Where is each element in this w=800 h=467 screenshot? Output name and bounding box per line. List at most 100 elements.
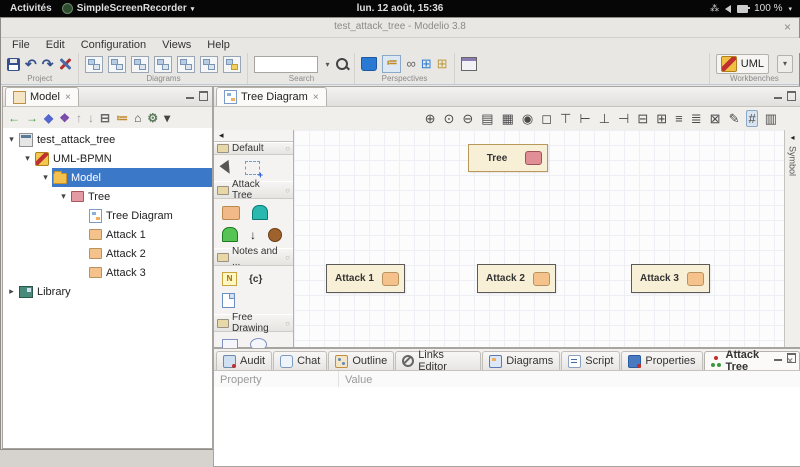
symbol-tab-label[interactable]: Symbol (788, 146, 798, 176)
property-table-body[interactable] (214, 387, 800, 466)
move-up-icon[interactable]: ↑ (76, 111, 82, 125)
tab-audit[interactable]: Audit (216, 351, 272, 370)
search-dropdown-icon[interactable]: ▾ (323, 60, 331, 69)
tab-tree-diagram-close-icon[interactable]: × (313, 92, 319, 103)
countermeasure-tool-icon[interactable] (268, 228, 282, 242)
tree-item-tree-diagram[interactable]: Tree Diagram (3, 206, 212, 225)
column-property[interactable]: Property (214, 371, 339, 388)
diagram-node[interactable]: Tree (468, 144, 548, 172)
same-size-icon[interactable]: ≡ (674, 111, 684, 126)
tree-item-attack1[interactable]: Attack 1 (3, 225, 212, 244)
perspective-tree-check-icon[interactable]: ⊞ (437, 57, 448, 71)
tree-item-library[interactable]: ▸ Library (3, 282, 212, 301)
search-input[interactable] (254, 56, 318, 73)
search-icon[interactable] (336, 58, 348, 70)
diagram-node[interactable]: Attack 2 (477, 264, 556, 293)
redo-icon[interactable]: ↷ (42, 57, 54, 71)
minimize-panel-icon[interactable] (774, 94, 782, 99)
zoom-selection-icon[interactable]: ◻ (540, 111, 553, 126)
collapse-all-icon[interactable]: ⊟ (100, 111, 110, 125)
symbol-collapse-icon[interactable]: ◂ (790, 133, 794, 142)
workbench-selector[interactable]: UML (716, 54, 769, 74)
create-deployment-diagram-icon[interactable] (154, 56, 172, 73)
pin-drawer-icon[interactable]: ○ (285, 144, 290, 153)
home-icon[interactable]: ⌂ (134, 111, 141, 125)
save-project-icon[interactable] (7, 58, 20, 71)
palette-collapse-icon[interactable]: ◂ (214, 130, 293, 142)
create-usecase-diagram-icon[interactable] (177, 56, 195, 73)
create-matrix-icon[interactable] (223, 56, 241, 73)
align-bottom-icon[interactable]: ⊥ (598, 111, 611, 126)
clock[interactable]: lun. 12 août, 15:36 (0, 3, 800, 14)
marquee-tool-icon[interactable] (245, 161, 260, 175)
constraint-tool-icon[interactable]: {c} (249, 274, 262, 285)
forward-icon[interactable]: → (26, 111, 38, 125)
tab-properties[interactable]: Properties (621, 351, 702, 370)
undo-icon[interactable]: ↶ (25, 57, 37, 71)
center-vertical-icon[interactable]: ⊞ (655, 111, 668, 126)
menu-edit[interactable]: Edit (39, 38, 72, 53)
maximize-panel-icon[interactable] (787, 91, 796, 101)
or-gate-tool-icon[interactable] (222, 227, 238, 242)
tab-model[interactable]: Model × (5, 87, 79, 106)
grid-icon[interactable]: # (746, 110, 757, 127)
pin-drawer-icon[interactable]: ○ (285, 319, 290, 328)
palette-section-attack-tree[interactable]: Attack Tree ○ (214, 181, 293, 199)
expander-icon[interactable]: ▾ (39, 172, 52, 183)
menu-help[interactable]: Help (200, 38, 237, 53)
create-package-diagram-icon[interactable] (108, 56, 126, 73)
tab-diagrams[interactable]: Diagrams (482, 351, 560, 370)
select-tool-icon[interactable] (220, 160, 236, 176)
fit-to-content-icon[interactable]: ⊠ (709, 111, 722, 126)
zoom-actual-icon[interactable]: ⊙ (442, 111, 455, 126)
battery-percentage[interactable]: 100 % (754, 3, 782, 14)
tab-script[interactable]: Script (561, 351, 620, 370)
window-close-button[interactable]: × (784, 20, 791, 34)
attack-link-tool-icon[interactable]: ↓ (250, 229, 256, 241)
volume-icon[interactable] (725, 5, 731, 13)
align-top-icon[interactable]: ⊤ (559, 111, 572, 126)
workbench-dropdown-icon[interactable]: ▾ (777, 55, 793, 73)
perspective-bucket-icon[interactable] (361, 57, 377, 71)
back-icon[interactable]: ← (8, 111, 20, 125)
system-menu-caret[interactable]: ▾ (788, 5, 792, 13)
menu-file[interactable]: File (5, 38, 37, 53)
tree-item-attack2[interactable]: Attack 2 (3, 244, 212, 263)
tree-item-module[interactable]: ▾ UML-BPMN (3, 149, 212, 168)
pin-drawer-icon[interactable]: ○ (285, 186, 290, 195)
new-window-icon[interactable] (461, 57, 477, 71)
pin-drawer-icon[interactable]: ○ (285, 253, 290, 262)
view-menu-icon[interactable]: ▾ (164, 111, 170, 125)
diagram-canvas[interactable]: Tree Attack 1 Attack 2 Attack 3 (294, 130, 784, 347)
move-down-icon[interactable]: ↓ (88, 111, 94, 125)
battery-icon[interactable] (737, 5, 748, 13)
align-left-icon[interactable]: ⊢ (578, 111, 591, 126)
print-icon[interactable]: ▤ (480, 111, 494, 126)
align-right-icon[interactable]: ⊣ (617, 111, 630, 126)
related-elements-icon[interactable]: ◆ (44, 111, 53, 125)
create-bpmn-diagram-icon[interactable] (200, 56, 218, 73)
references-icon[interactable]: ❖ (59, 111, 70, 125)
menu-configuration[interactable]: Configuration (74, 38, 153, 53)
perspective-table-icon[interactable]: ⊞ (421, 57, 432, 71)
palette-section-notes[interactable]: Notes and ... ○ (214, 248, 293, 266)
distribute-icon[interactable]: ≣ (690, 111, 703, 126)
diagram-node[interactable]: Attack 3 (631, 264, 710, 293)
maximize-panel-icon[interactable] (199, 91, 208, 101)
diagram-node[interactable]: Attack 1 (326, 264, 405, 293)
palette-section-default[interactable]: Default ○ (214, 142, 293, 155)
tree-item-model[interactable]: ▾ Model (3, 168, 212, 187)
tab-links-editor[interactable]: Links Editor (395, 351, 481, 370)
tab-chat[interactable]: Chat (273, 351, 327, 370)
document-tool-icon[interactable] (222, 293, 235, 308)
perspective-links-icon[interactable]: ∞ (406, 57, 415, 71)
column-value[interactable]: Value (339, 374, 372, 386)
tree-item-project[interactable]: ▾ test_attack_tree (3, 130, 212, 149)
tab-model-close-icon[interactable]: × (65, 92, 71, 103)
minimize-panel-icon[interactable] (774, 356, 782, 361)
expander-icon[interactable]: ▾ (57, 191, 70, 202)
perspective-model-tree-icon[interactable]: ≔ (382, 55, 401, 73)
create-class-diagram-icon[interactable] (85, 56, 103, 73)
menu-views[interactable]: Views (155, 38, 198, 53)
style-icon[interactable]: ✎ (728, 111, 741, 126)
